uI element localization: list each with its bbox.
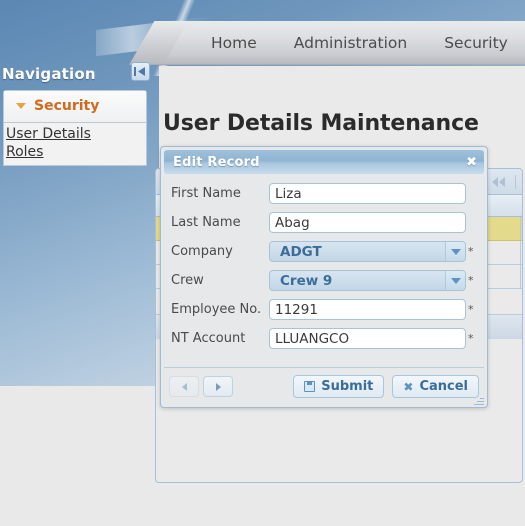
x-icon: ✖ <box>403 379 414 394</box>
next-record-button[interactable] <box>203 376 233 397</box>
page-first-icon[interactable] <box>491 172 507 191</box>
cell-extra <box>521 217 522 240</box>
form-row-company: Company ADGT * <box>171 241 477 262</box>
required-marker: * <box>468 274 474 287</box>
employee-no-input[interactable] <box>269 299 466 320</box>
edit-record-dialog: Edit Record ✖ First Name * Last Name * C… <box>160 146 488 408</box>
dialog-footer: Submit ✖ Cancel <box>161 368 487 407</box>
required-marker: * <box>468 303 474 316</box>
cell-extra <box>521 265 522 288</box>
company-select[interactable]: ADGT <box>269 241 466 262</box>
menu-item-administration[interactable]: Administration <box>282 34 419 52</box>
sidebar-links: User Details Roles <box>4 123 146 165</box>
label-crew: Crew <box>171 273 204 288</box>
navigation-panel: Security User Details Roles <box>3 90 147 166</box>
cell-extra <box>521 241 522 264</box>
triangle-right-icon <box>215 382 221 391</box>
label-last-name: Last Name <box>171 215 241 230</box>
form-row-employee-no: Employee No. * <box>171 299 477 320</box>
caret-down-icon <box>16 103 26 109</box>
sidebar-group-security[interactable]: Security <box>4 91 146 123</box>
required-marker: * <box>468 245 474 258</box>
menu-item-security[interactable]: Security <box>432 34 520 52</box>
sidebar-item-user-details[interactable]: User Details <box>4 125 146 143</box>
required-marker: * <box>468 332 474 345</box>
dialog-title: Edit Record <box>173 154 260 170</box>
form-row-first-name: First Name * <box>171 183 477 204</box>
nt-account-input[interactable] <box>269 328 466 349</box>
label-nt-account: NT Account <box>171 331 246 346</box>
toolbar-separator <box>515 174 516 189</box>
collapse-left-icon[interactable] <box>131 62 150 81</box>
sidebar-item-roles[interactable]: Roles <box>4 143 146 161</box>
page-title: User Details Maintenance <box>163 111 479 136</box>
form-row-nt-account: NT Account * <box>171 328 477 349</box>
crew-select[interactable]: Crew 9 <box>269 270 466 291</box>
sidebar-group-label: Security <box>34 98 100 114</box>
menu-item-home[interactable]: Home <box>199 34 269 52</box>
triangle-left-icon <box>181 382 187 391</box>
first-name-input[interactable] <box>269 183 466 204</box>
company-select-value: ADGT <box>280 243 322 260</box>
cancel-button[interactable]: ✖ Cancel <box>392 375 479 398</box>
save-disk-icon <box>304 381 316 392</box>
chevron-down-icon[interactable] <box>445 271 465 290</box>
close-icon[interactable]: ✖ <box>466 156 477 169</box>
chevron-down-icon[interactable] <box>445 242 465 261</box>
page-bottom-strip <box>0 486 525 526</box>
previous-record-button[interactable] <box>169 376 199 397</box>
label-employee-no: Employee No. <box>171 302 262 317</box>
dialog-body: First Name * Last Name * Company ADGT * … <box>161 174 487 361</box>
dialog-titlebar[interactable]: Edit Record ✖ <box>164 150 484 174</box>
label-first-name: First Name <box>171 186 241 201</box>
main-menu-bar: Home Administration Security <box>159 21 525 65</box>
form-row-last-name: Last Name * <box>171 212 477 233</box>
last-name-input[interactable] <box>269 212 466 233</box>
navigation-title: Navigation <box>2 65 96 83</box>
form-row-crew: Crew Crew 9 * <box>171 270 477 291</box>
crew-select-value: Crew 9 <box>280 272 333 289</box>
resize-grip-icon[interactable] <box>473 394 485 406</box>
label-company: Company <box>171 244 233 259</box>
cancel-button-label: Cancel <box>419 379 468 394</box>
submit-button[interactable]: Submit <box>293 375 385 398</box>
submit-button-label: Submit <box>321 379 374 394</box>
